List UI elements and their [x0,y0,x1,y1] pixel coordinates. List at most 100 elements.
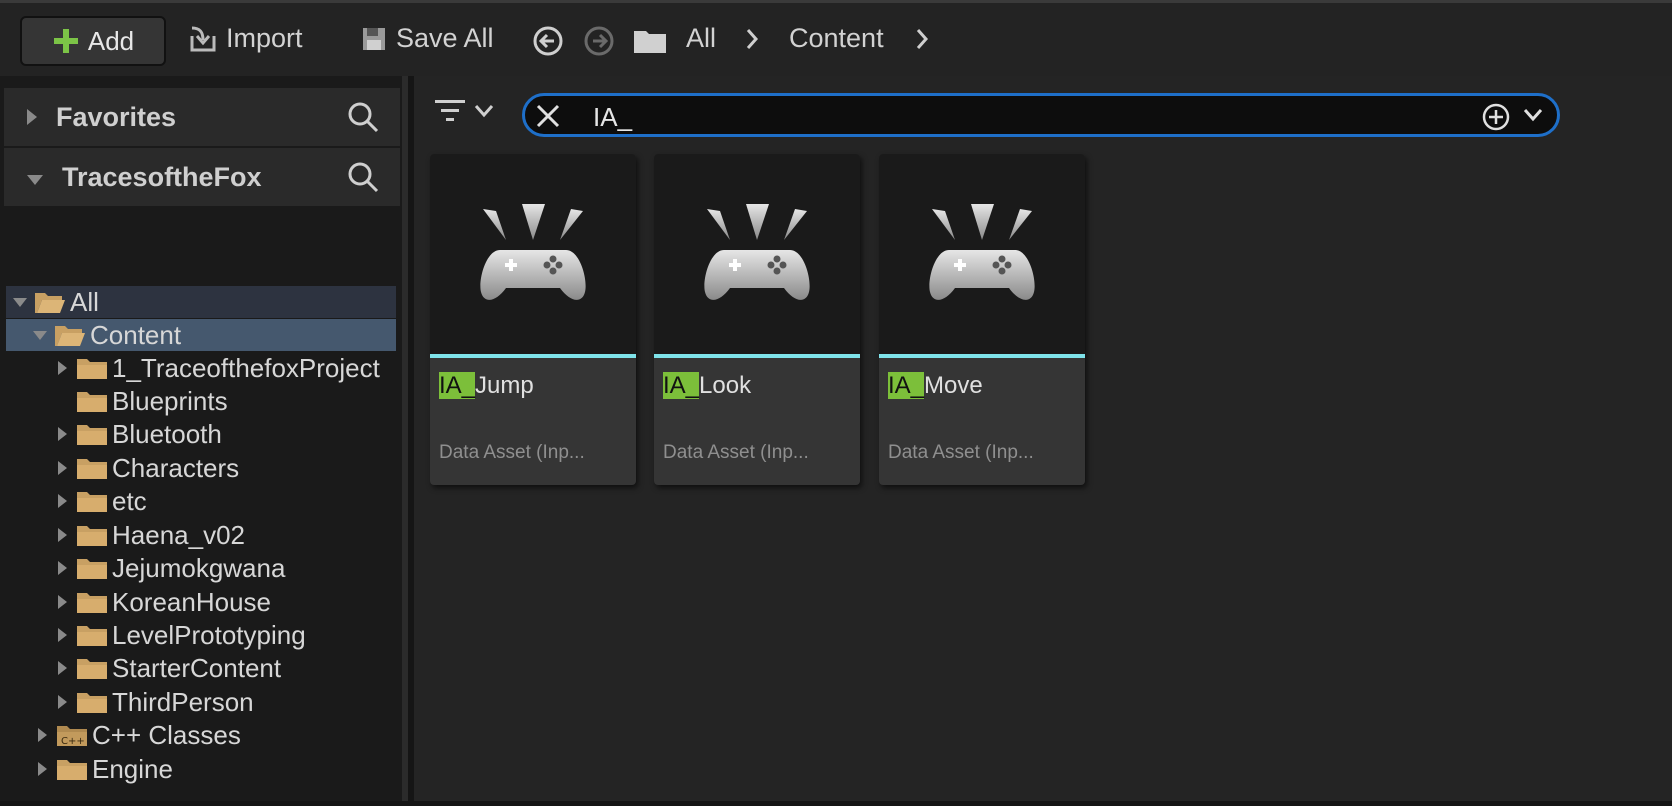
input-action-icon [704,204,810,300]
import-button[interactable]: Import [186,23,303,54]
asset-thumbnail [879,154,1085,354]
save-all-button-label: Save All [396,23,494,53]
add-button[interactable]: Add [20,16,166,66]
save-all-button[interactable]: Save All [360,23,494,54]
tree-item-folder[interactable]: Characters [6,452,396,484]
breadcrumb-all[interactable]: All [686,23,716,54]
caret-right-icon[interactable] [52,460,72,476]
sources-panel: Favorites TracesoftheFox All Content 1_T… [0,76,408,801]
tree-item-label: ThirdPerson [112,686,254,717]
folder-icon [76,689,108,715]
tree-item-all[interactable]: All [6,286,396,318]
caret-right-icon[interactable] [52,560,72,576]
filter-button[interactable] [434,96,494,131]
caret-right-icon[interactable] [52,627,72,643]
tree-item-label: StarterContent [112,652,282,683]
tree-item-folder[interactable]: KoreanHouse [6,586,396,618]
favorites-header[interactable]: Favorites [4,88,400,146]
cpp-folder-icon: C++ [56,722,88,748]
forward-arrow-icon[interactable] [583,25,615,57]
asset-name: IA_Move [888,372,983,399]
search-input[interactable]: IA_ [522,93,1560,137]
tree-item-label: LevelPrototyping [112,619,306,650]
folder-icon [76,655,108,681]
caret-down-icon[interactable] [30,330,50,341]
svg-text:C++: C++ [61,736,85,747]
search-input-value[interactable]: IA_ [593,102,632,133]
caret-right-icon[interactable] [52,694,72,710]
open-folder-icon [54,322,86,348]
import-icon [186,24,218,54]
tree-item-label: Blueprints [112,385,228,416]
caret-down-icon[interactable] [10,297,30,308]
caret-right-icon[interactable] [52,360,72,376]
caret-right-icon[interactable] [32,761,52,777]
tree-item-folder[interactable]: ThirdPerson [6,686,396,718]
asset-tile[interactable]: IA_Move Data Asset (Inp... [879,154,1085,485]
folder-tree: All Content 1_TraceofthefoxProject Bluep… [6,286,398,806]
asset-tile[interactable]: IA_Jump Data Asset (Inp... [430,154,636,485]
tree-item-folder[interactable]: StarterContent [6,652,396,684]
asset-view: IA_ IA_Jump Data Asset (Inp... IA_Look D… [414,76,1672,801]
add-circle-icon[interactable] [1481,102,1511,137]
tree-item-engine[interactable]: Engine [6,753,396,785]
caret-right-icon[interactable] [52,660,72,676]
favorites-label: Favorites [56,101,177,132]
tree-item-label: Jejumokgwana [112,552,286,583]
search-icon[interactable] [346,100,380,141]
project-header[interactable]: TracesoftheFox [4,148,400,206]
caret-down-icon[interactable] [26,162,44,193]
save-icon [360,25,388,53]
tree-item-content[interactable]: Content [6,319,396,351]
asset-thumbnail [654,154,860,354]
tree-item-label: 1_TraceofthefoxProject [112,352,380,383]
caret-right-icon[interactable] [52,493,72,509]
tree-item-label: Engine [92,753,173,784]
asset-type: Data Asset (Inp... [888,442,1034,463]
search-icon[interactable] [346,160,380,201]
folder-icon [76,421,108,447]
chevron-right-icon[interactable] [914,27,930,56]
tree-item-folder[interactable]: Haena_v02 [6,519,396,551]
tree-item-folder[interactable]: etc [6,485,396,517]
folder-icon [76,622,108,648]
tree-item-label: Haena_v02 [112,519,245,550]
asset-type: Data Asset (Inp... [663,442,809,463]
toolbar: Add Import Save All All Content [0,0,1672,76]
back-arrow-icon[interactable] [532,25,564,57]
close-icon[interactable] [535,103,561,134]
tree-item-label: C++ Classes [92,719,241,750]
folder-icon [76,555,108,581]
caret-right-icon[interactable] [52,527,72,543]
chevron-down-icon[interactable] [1523,108,1543,127]
tree-item-folder[interactable]: Bluetooth [6,418,396,450]
chevron-down-icon [474,104,494,123]
asset-thumbnail [430,154,636,354]
tree-item-label: etc [112,485,147,516]
import-button-label: Import [226,23,303,53]
caret-right-icon[interactable] [26,102,38,133]
asset-tile[interactable]: IA_Look Data Asset (Inp... [654,154,860,485]
folder-icon [76,522,108,548]
tree-item-folder[interactable]: Blueprints [6,385,396,417]
tree-item-cpp-classes[interactable]: C++ C++ Classes [6,719,396,751]
tree-item-label: Characters [112,452,240,483]
asset-name: IA_Look [663,372,752,399]
asset-name: IA_Jump [439,372,534,399]
caret-right-icon[interactable] [32,727,52,743]
breadcrumb-content[interactable]: Content [789,23,884,54]
chevron-right-icon[interactable] [744,27,760,56]
folder-icon [76,488,108,514]
open-folder-icon [34,289,66,315]
tree-item-folder[interactable]: Jejumokgwana [6,552,396,584]
tree-item-folder[interactable]: LevelPrototyping [6,619,396,651]
tree-item-folder[interactable]: 1_TraceofthefoxProject [6,352,396,384]
caret-right-icon[interactable] [52,426,72,442]
filter-icon [434,96,466,131]
folder-icon [76,388,108,414]
caret-right-icon[interactable] [52,594,72,610]
input-action-icon [929,204,1035,300]
input-action-icon [480,204,586,300]
folder-icon [76,355,108,381]
plus-icon [52,27,80,55]
